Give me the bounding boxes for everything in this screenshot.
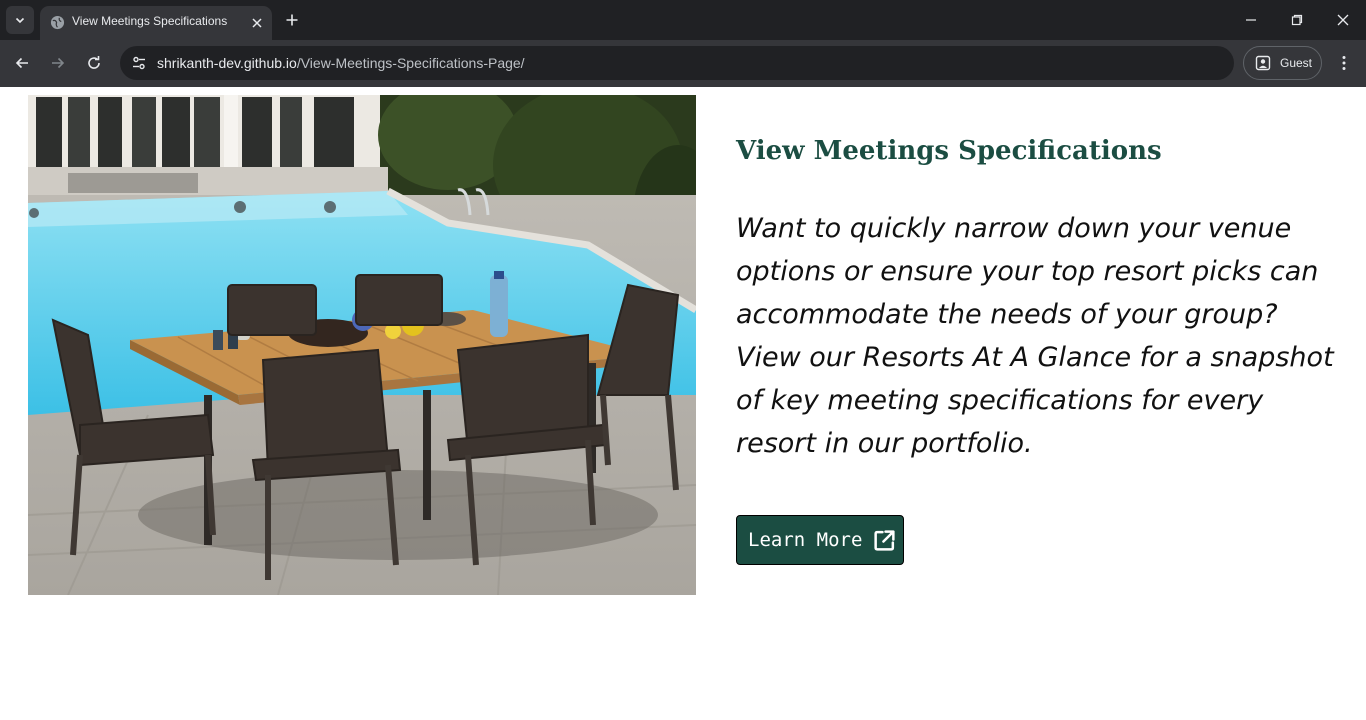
- page-title: View Meetings Specifications: [736, 136, 1162, 166]
- browser-menu-button[interactable]: [1333, 52, 1355, 74]
- reload-icon: [88, 56, 100, 69]
- close-icon: [251, 17, 262, 28]
- resort-pool-dining-image: [28, 95, 696, 595]
- intro-paragraph: Want to quickly narrow down your venue o…: [736, 213, 1334, 459]
- browser-toolbar: shrikanth-dev.github.io/View-Meetings-Sp…: [0, 40, 1366, 87]
- close-window-button[interactable]: [1333, 10, 1353, 30]
- url-path: /View-Meetings-Specifications-Page/: [296, 55, 525, 71]
- chevron-down-icon: [15, 17, 25, 24]
- url-host: shrikanth-dev.github.io: [157, 55, 297, 71]
- tune-icon: [133, 56, 145, 70]
- minimize-button[interactable]: [1241, 10, 1261, 30]
- poolside-dining-illustration: [28, 95, 696, 595]
- plus-icon: [286, 14, 298, 26]
- restore-button[interactable]: [1287, 10, 1307, 30]
- site-info-button[interactable]: [128, 52, 150, 74]
- browser-tab-strip: View Meetings Specifications: [0, 0, 1366, 40]
- forward-button[interactable]: [47, 52, 69, 74]
- back-button[interactable]: [11, 52, 33, 74]
- profile-label: Guest: [1280, 56, 1313, 70]
- tab-search-button[interactable]: [6, 6, 34, 34]
- minimize-icon: [1246, 19, 1256, 21]
- external-link-icon: [874, 529, 895, 551]
- tab-close-button[interactable]: [248, 14, 265, 31]
- profile-button[interactable]: Guest: [1243, 46, 1322, 80]
- arrow-right-icon: [52, 57, 65, 69]
- new-tab-button[interactable]: [282, 10, 302, 30]
- learn-more-label: Learn More: [748, 529, 863, 551]
- globe-icon: [50, 15, 65, 30]
- profile-icon: [1255, 55, 1271, 71]
- browser-tab-active[interactable]: View Meetings Specifications: [40, 6, 272, 40]
- address-bar[interactable]: shrikanth-dev.github.io/View-Meetings-Sp…: [120, 46, 1234, 80]
- arrow-left-icon: [15, 57, 28, 69]
- restore-icon: [1291, 14, 1303, 26]
- tab-title: View Meetings Specifications: [72, 14, 228, 28]
- reload-button[interactable]: [83, 52, 105, 74]
- url-text: shrikanth-dev.github.io/View-Meetings-Sp…: [157, 55, 525, 71]
- more-vertical-icon: [1342, 56, 1346, 70]
- close-icon: [1337, 14, 1349, 26]
- learn-more-button[interactable]: Learn More: [736, 515, 904, 565]
